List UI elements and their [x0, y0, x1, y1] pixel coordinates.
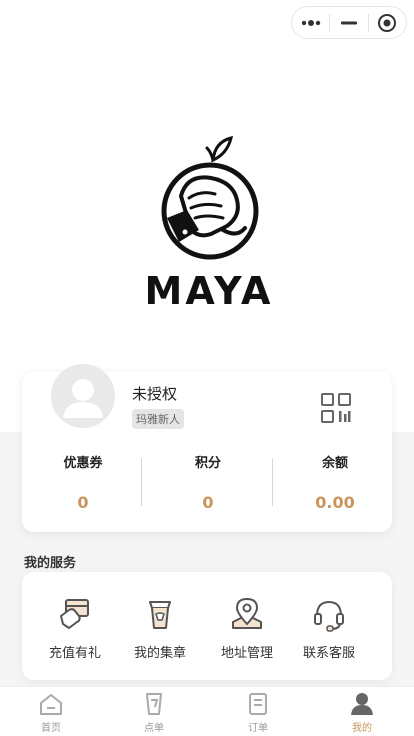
brand-logo: MAYA	[141, 134, 277, 313]
order-cup-icon	[146, 693, 162, 715]
tab-profile[interactable]: 我的	[332, 691, 392, 734]
tab-label: 点单	[144, 723, 164, 734]
service-label: 联系客服	[302, 646, 355, 661]
profile-icon	[351, 693, 373, 715]
bottom-tab-bar: 首页 点单 订单 我的	[0, 686, 414, 736]
stat-label: 余额	[321, 456, 348, 471]
more-menu-button[interactable]	[292, 7, 329, 38]
user-name[interactable]: 未授权	[132, 383, 177, 404]
user-info-card: 未授权 玛雅新人 优惠券 0 积分 0 余额 0.00	[22, 364, 392, 532]
tab-label: 订单	[248, 723, 268, 734]
stat-coupons[interactable]: 优惠券 0	[28, 452, 138, 512]
gift-card-hand-icon	[60, 599, 89, 629]
avatar[interactable]	[51, 364, 115, 428]
member-level-badge: 玛雅新人	[132, 409, 184, 429]
stat-value: 0.00	[315, 493, 355, 512]
service-stamps[interactable]: 我的集章	[120, 596, 200, 661]
stat-balance[interactable]: 余额 0.00	[280, 452, 390, 512]
maya-logo-icon: MAYA	[145, 135, 274, 313]
stat-label: 优惠券	[63, 456, 103, 471]
tab-orders[interactable]: 订单	[228, 691, 288, 734]
stat-label: 积分	[194, 456, 221, 471]
close-miniprogram-button[interactable]	[369, 7, 406, 38]
minimize-button[interactable]	[330, 7, 367, 38]
headset-icon	[314, 600, 344, 632]
services-title: 我的服务	[24, 556, 77, 571]
services-card: 充值有礼 我的集章 地址管理 联系客服	[22, 572, 392, 680]
service-address[interactable]: 地址管理	[207, 596, 287, 661]
service-label: 充值有礼	[48, 646, 101, 661]
stat-divider	[272, 458, 273, 506]
miniprogram-capsule	[291, 6, 407, 39]
default-avatar-icon	[63, 379, 103, 418]
order-list-icon	[249, 693, 267, 715]
stat-points[interactable]: 积分 0	[153, 452, 263, 512]
service-label: 我的集章	[133, 646, 186, 661]
service-customer-support[interactable]: 联系客服	[289, 596, 369, 661]
stat-value: 0	[202, 493, 214, 512]
brand-name: MAYA	[145, 269, 274, 310]
stat-divider	[141, 458, 142, 506]
service-recharge[interactable]: 充值有礼	[35, 596, 115, 661]
member-code-button[interactable]	[320, 392, 352, 424]
home-icon	[40, 694, 62, 715]
stat-value: 0	[77, 493, 89, 512]
location-pin-icon	[232, 597, 262, 629]
more-dots-icon	[301, 19, 320, 26]
header-area: MAYA	[0, 0, 414, 432]
tab-home[interactable]: 首页	[21, 691, 81, 734]
tab-order-menu[interactable]: 点单	[124, 691, 184, 734]
service-label: 地址管理	[220, 646, 273, 661]
stamp-cup-icon	[149, 601, 171, 629]
tab-label: 我的	[352, 723, 372, 734]
minus-icon	[340, 21, 357, 24]
target-close-icon	[378, 13, 397, 32]
tab-label: 首页	[41, 723, 61, 734]
qr-code-icon	[321, 393, 351, 423]
